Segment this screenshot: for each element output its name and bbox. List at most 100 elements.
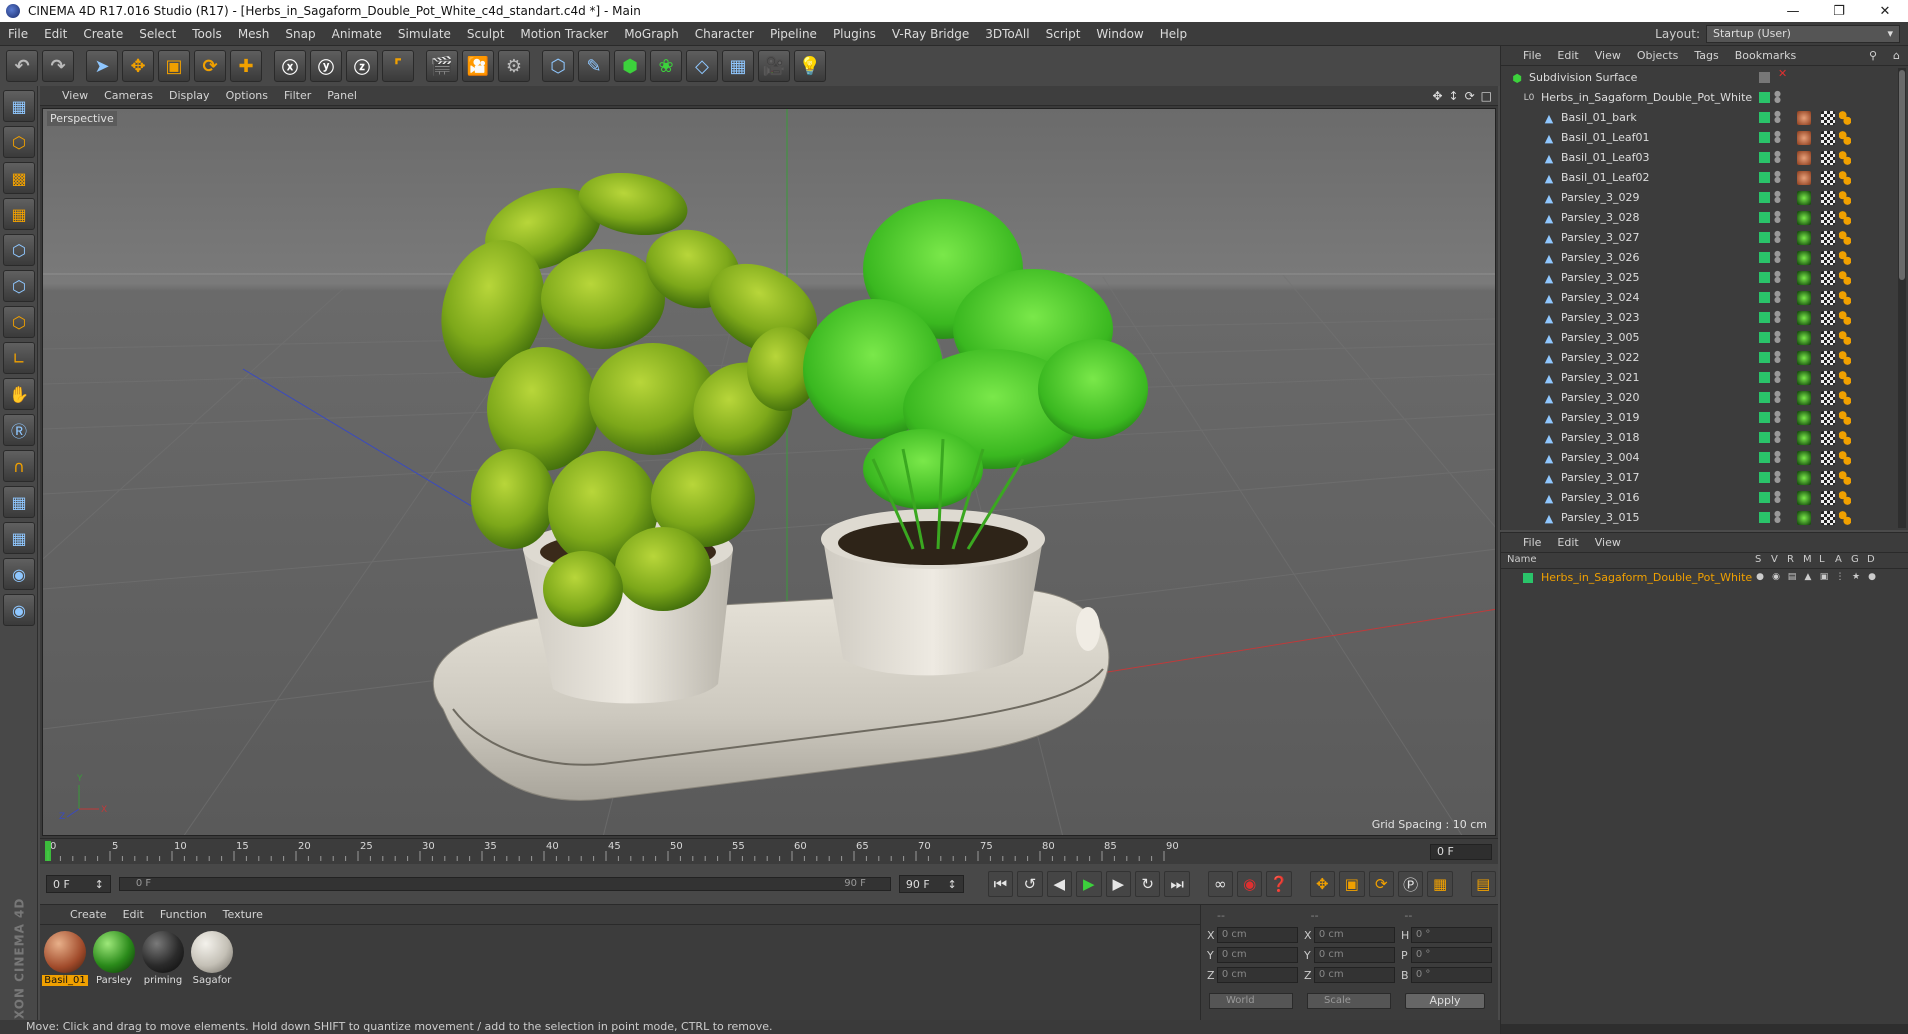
object-row[interactable]: ▲ Parsley_3_024 ● ● — [1501, 288, 1897, 308]
search-icon[interactable]: ⚲ — [1861, 49, 1885, 62]
viewport-menu-filter[interactable]: Filter — [276, 89, 319, 102]
deformer-icon[interactable]: ● — [1867, 572, 1877, 582]
material-tag-icon[interactable] — [1797, 231, 1811, 245]
visibility-dots-icon[interactable]: ● ● — [1774, 150, 1781, 164]
viewport-menu-cameras[interactable]: Cameras — [96, 89, 161, 102]
rotate-view-icon[interactable]: ⟳ — [1465, 89, 1475, 103]
phong-tag-icon[interactable] — [1839, 211, 1851, 225]
size-x-field[interactable]: 0 cm — [1313, 927, 1395, 943]
y-axis-lock-button[interactable]: ⓨ — [310, 50, 342, 82]
layer-color-icon[interactable] — [1759, 492, 1770, 503]
play-button[interactable]: ▶ — [1076, 871, 1102, 897]
model-mode-button[interactable]: ⬡ — [3, 126, 35, 158]
object-row[interactable]: ▲ Parsley_3_017 ● ● — [1501, 468, 1897, 488]
layer-color-icon[interactable] — [1759, 252, 1770, 263]
menu-pipeline[interactable]: Pipeline — [762, 27, 825, 41]
uvw-tag-icon[interactable] — [1821, 491, 1835, 505]
phong-tag-icon[interactable] — [1839, 291, 1851, 305]
uvw-tag-icon[interactable] — [1821, 331, 1835, 345]
layer-color-icon[interactable] — [1759, 452, 1770, 463]
rotation-h-field[interactable]: 0 ° — [1410, 927, 1492, 943]
phong-tag-icon[interactable] — [1839, 251, 1851, 265]
live-selection-button[interactable]: ➤ — [86, 50, 118, 82]
layer-color-icon[interactable] — [1759, 92, 1770, 103]
disabled-x-icon[interactable]: ✕ — [1778, 68, 1787, 83]
viewport-menu-options[interactable]: Options — [218, 89, 276, 102]
uvw-tag-icon[interactable] — [1821, 371, 1835, 385]
uvw-tag-icon[interactable] — [1821, 291, 1835, 305]
object-row[interactable]: ▲ Parsley_3_026 ● ● — [1501, 248, 1897, 268]
render-settings-button[interactable]: ⚙ — [498, 50, 530, 82]
object-row[interactable]: ▲ Basil_01_Leaf02 ● ● — [1501, 168, 1897, 188]
key-position-button[interactable]: ✥ — [1309, 871, 1336, 897]
uvw-tag-icon[interactable] — [1821, 271, 1835, 285]
layer-color-icon[interactable] — [1759, 312, 1770, 323]
rotate-tool-button[interactable]: ⟳ — [194, 50, 226, 82]
material-tag-icon[interactable] — [1797, 291, 1811, 305]
scale-tool-button[interactable]: ▣ — [158, 50, 190, 82]
material-item[interactable]: Sagafor — [189, 931, 235, 986]
uvw-tag-icon[interactable] — [1821, 171, 1835, 185]
object-menu-bookmarks[interactable]: Bookmarks — [1727, 49, 1804, 62]
render-view-button[interactable]: 🎬 — [426, 50, 458, 82]
menu-edit[interactable]: Edit — [36, 27, 75, 41]
layer-color-icon[interactable] — [1759, 412, 1770, 423]
phong-tag-icon[interactable] — [1839, 451, 1851, 465]
redo-button[interactable]: ↷ — [42, 50, 74, 82]
phong-tag-icon[interactable] — [1839, 491, 1851, 505]
uvw-tag-icon[interactable] — [1821, 251, 1835, 265]
layer-color-icon[interactable] — [1759, 212, 1770, 223]
floor-button[interactable]: ▦ — [722, 50, 754, 82]
visibility-dots-icon[interactable]: ● ● — [1774, 170, 1781, 184]
visibility-dots-icon[interactable]: ● ● — [1774, 270, 1781, 284]
visibility-dots-icon[interactable]: ● ● — [1774, 310, 1781, 324]
viewport-menu-display[interactable]: Display — [161, 89, 218, 102]
home-icon[interactable]: ⌂ — [1885, 49, 1908, 62]
layer-color-icon[interactable] — [1759, 112, 1770, 123]
timeline-window-button[interactable]: ▤ — [1470, 871, 1496, 897]
material-tag-icon[interactable] — [1797, 511, 1811, 525]
minimize-button[interactable]: — — [1770, 0, 1816, 22]
visibility-dots-icon[interactable]: ● ● — [1774, 250, 1781, 264]
python-button[interactable]: ◉ — [3, 558, 35, 590]
uvw-tag-icon[interactable] — [1821, 191, 1835, 205]
axis-mode-button[interactable]: ∟ — [3, 342, 35, 374]
menu-tools[interactable]: Tools — [184, 27, 230, 41]
menu-3dtoall[interactable]: 3DToAll — [977, 27, 1037, 41]
phong-tag-icon[interactable] — [1839, 431, 1851, 445]
tweak-mode-button[interactable]: ✋ — [3, 378, 35, 410]
deformer-button[interactable]: ◇ — [686, 50, 718, 82]
material-item[interactable]: Basil_01 — [42, 931, 88, 986]
phong-tag-icon[interactable] — [1839, 131, 1851, 145]
move-tool-button[interactable]: ✥ — [122, 50, 154, 82]
uvw-tag-icon[interactable] — [1821, 111, 1835, 125]
object-row[interactable]: ▲ Parsley_3_016 ● ● — [1501, 488, 1897, 508]
close-button[interactable]: ✕ — [1862, 0, 1908, 22]
coord-mode-dropdown[interactable]: Scale — [1307, 993, 1391, 1009]
key-rotation-button[interactable]: ⟳ — [1368, 871, 1394, 897]
rotation-b-field[interactable]: 0 ° — [1410, 967, 1492, 983]
material-menu-texture[interactable]: Texture — [215, 908, 271, 921]
menu-file[interactable]: File — [0, 27, 36, 41]
current-frame-field[interactable]: 0 F — [1430, 844, 1492, 860]
visibility-dots-icon[interactable]: ● ● — [1774, 470, 1781, 484]
apply-button[interactable]: Apply — [1405, 993, 1485, 1009]
layer-color-icon[interactable] — [1759, 472, 1770, 483]
object-row[interactable]: ▲ Parsley_3_028 ● ● — [1501, 208, 1897, 228]
material-tag-icon[interactable] — [1797, 251, 1811, 265]
phong-tag-icon[interactable] — [1839, 351, 1851, 365]
visibility-dots-icon[interactable]: ● ● — [1774, 110, 1781, 124]
visibility-dots-icon[interactable]: ● ● — [1774, 230, 1781, 244]
menu-motion-tracker[interactable]: Motion Tracker — [512, 27, 616, 41]
menu-select[interactable]: Select — [131, 27, 184, 41]
material-menu-create[interactable]: Create — [62, 908, 115, 921]
position-x-field[interactable]: 0 cm — [1216, 927, 1298, 943]
view-icon[interactable]: ◉ — [1771, 572, 1781, 582]
points-mode-button[interactable]: ⬡ — [3, 234, 35, 266]
layer-row[interactable]: Herbs_in_Sagaform_Double_Pot_White ● ◉ ▤… — [1501, 569, 1908, 587]
uvw-tag-icon[interactable] — [1821, 231, 1835, 245]
go-to-start-button[interactable]: ⏮ — [987, 871, 1014, 897]
material-menu-function[interactable]: Function — [152, 908, 215, 921]
x-axis-lock-button[interactable]: ⓧ — [274, 50, 306, 82]
layer-toggle[interactable] — [1759, 72, 1770, 83]
